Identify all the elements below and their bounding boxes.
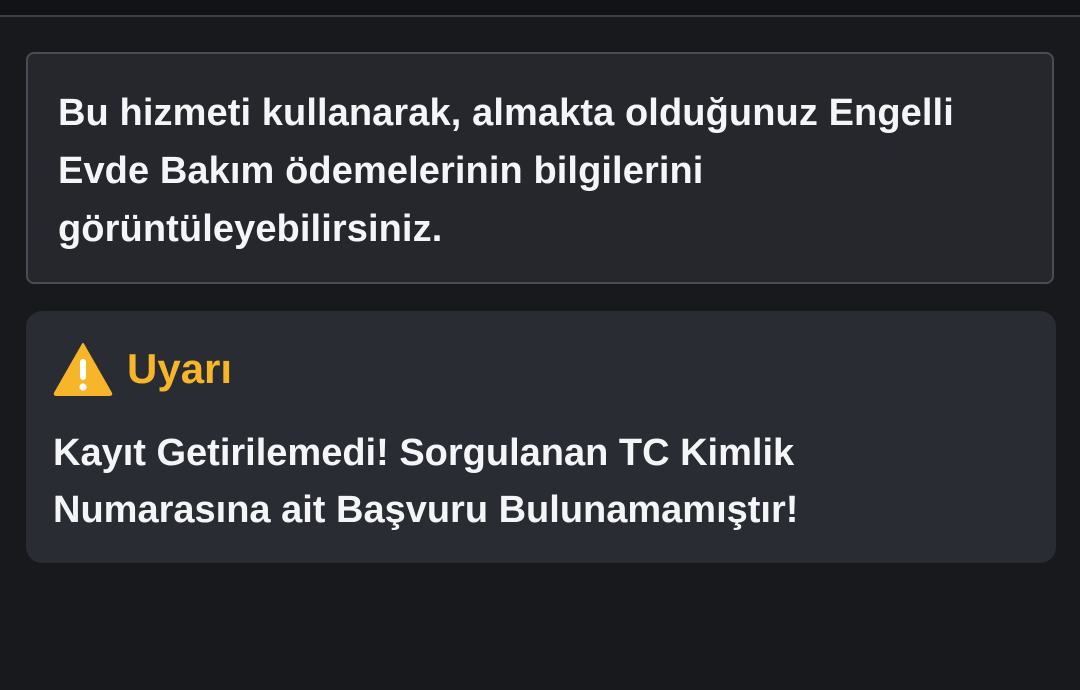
top-bar <box>0 0 1080 17</box>
alert-header: Uyarı <box>53 339 1026 399</box>
alert-message: Kayıt Getirilemedi! Sorgulanan TC Kimlik… <box>53 425 1026 539</box>
info-line-2: Evde Bakım ödemelerinin bilgilerini <box>58 150 704 192</box>
alert-title: Uyarı <box>127 345 233 392</box>
info-line-1: Bu hizmeti kullanarak, almakta olduğunuz… <box>58 92 954 134</box>
alert-line-1: Kayıt Getirilemedi! Sorgulanan TC Kimlik <box>53 432 795 474</box>
warning-icon <box>53 343 113 396</box>
page: Bu hizmeti kullanarak, almakta olduğunuz… <box>0 0 1080 690</box>
info-line-3: görüntüleyebilirsiniz. <box>58 208 443 250</box>
warning-alert-card: Uyarı Kayıt Getirilemedi! Sorgulanan TC … <box>26 311 1056 563</box>
info-text: Bu hizmeti kullanarak, almakta olduğunuz… <box>58 84 1022 258</box>
info-card: Bu hizmeti kullanarak, almakta olduğunuz… <box>26 52 1054 284</box>
alert-line-2: Numarasına ait Başvuru Bulunamamıştır! <box>53 489 799 531</box>
